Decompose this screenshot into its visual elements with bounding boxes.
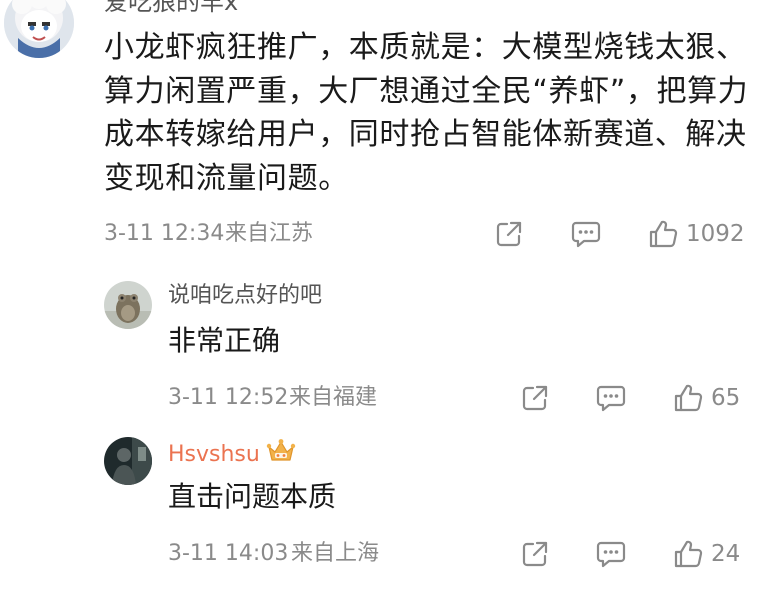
thumbs-up-icon bbox=[674, 384, 703, 412]
avatar[interactable] bbox=[4, 0, 74, 58]
comment-username[interactable]: 爱吃狼的羊x bbox=[104, 0, 238, 16]
reply-username-text: Hsvshsu bbox=[168, 442, 260, 467]
comment-icon bbox=[571, 221, 601, 248]
like-count: 24 bbox=[711, 541, 741, 567]
reply-username[interactable]: Hsvshsu bbox=[168, 438, 296, 472]
like-count: 1092 bbox=[686, 221, 745, 247]
reply-location: 来自上海 bbox=[291, 541, 380, 566]
like-button[interactable]: 65 bbox=[673, 381, 740, 415]
share-button[interactable] bbox=[494, 217, 524, 251]
thumbs-up-icon bbox=[649, 220, 678, 248]
comment-text: 小龙虾疯狂推广，本质就是：大模型烧钱太狠、算力闲置严重，大厂想通过全民“养虾”，… bbox=[104, 30, 749, 196]
sheep-avatar-icon bbox=[4, 0, 74, 58]
crown-badge-icon bbox=[266, 438, 296, 472]
reply-time: 3-11 14:03 bbox=[168, 541, 289, 566]
reply-meta: 3-11 14:03 来自上海 24 bbox=[168, 537, 748, 571]
comment-meta: 3-11 12:34 来自江苏 1092 bbox=[104, 217, 754, 251]
share-button[interactable] bbox=[520, 537, 550, 571]
person-avatar-icon bbox=[104, 437, 152, 485]
comment-button[interactable] bbox=[570, 217, 602, 251]
thumbs-up-icon bbox=[674, 540, 703, 568]
reply-text: 非常正确 bbox=[168, 324, 281, 357]
reply-username[interactable]: 说咱吃点好的吧 bbox=[168, 282, 322, 310]
like-button[interactable]: 1092 bbox=[648, 217, 745, 251]
reply-location: 来自福建 bbox=[289, 385, 378, 410]
frog-avatar-icon bbox=[104, 281, 152, 329]
share-icon bbox=[496, 221, 522, 247]
share-button[interactable] bbox=[520, 381, 550, 415]
like-count: 65 bbox=[711, 385, 741, 411]
reply-meta: 3-11 12:52 来自福建 65 bbox=[168, 381, 748, 415]
like-button[interactable]: 24 bbox=[673, 537, 740, 571]
share-icon bbox=[522, 541, 548, 567]
avatar[interactable] bbox=[104, 437, 152, 485]
avatar[interactable] bbox=[104, 281, 152, 329]
comment-location: 来自江苏 bbox=[225, 221, 314, 246]
comment-time: 3-11 12:34 bbox=[104, 221, 225, 246]
comment-thread: 爱吃狼的羊x 小龙虾疯狂推广，本质就是：大模型烧钱太狠、算力闲置严重，大厂想通过… bbox=[0, 0, 774, 594]
comment-button[interactable] bbox=[595, 381, 627, 415]
share-icon bbox=[522, 385, 548, 411]
comment-icon bbox=[596, 541, 626, 568]
reply-text: 直击问题本质 bbox=[168, 480, 337, 513]
comment-icon bbox=[596, 385, 626, 412]
reply-time: 3-11 12:52 bbox=[168, 385, 289, 410]
comment-button[interactable] bbox=[595, 537, 627, 571]
